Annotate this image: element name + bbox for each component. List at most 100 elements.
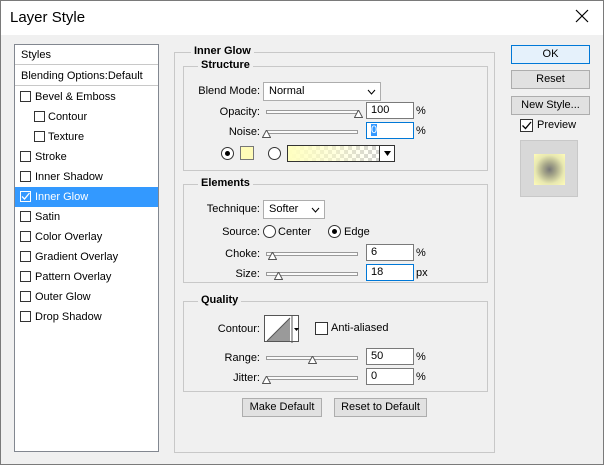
style-item-stroke[interactable]: Stroke — [15, 147, 158, 167]
slider-thumb-icon[interactable] — [262, 130, 271, 138]
preview-checkbox[interactable] — [520, 119, 533, 132]
style-checkbox[interactable] — [20, 271, 31, 282]
jitter-label: Jitter: — [233, 372, 260, 384]
size-unit: px — [416, 267, 428, 279]
style-item-label: Bevel & Emboss — [35, 91, 116, 103]
blending-options-item[interactable]: Blending Options:Default — [15, 66, 158, 86]
style-item-label: Inner Glow — [35, 191, 89, 203]
make-default-label: Make Default — [249, 401, 315, 413]
structure-group: Structure Blend Mode: Normal Opacity: 10… — [183, 59, 488, 171]
blend-mode-value: Normal — [269, 85, 305, 97]
style-item-label: Stroke — [35, 151, 67, 163]
preview-swatch — [534, 154, 565, 185]
source-label: Source: — [222, 226, 260, 238]
opacity-value: 100 — [371, 104, 390, 116]
layer-style-dialog: Layer Style Styles Blending Options:Defa… — [0, 0, 604, 465]
jitter-unit: % — [416, 371, 426, 383]
anti-aliased-checkbox[interactable] — [315, 322, 328, 335]
choke-value: 6 — [371, 246, 378, 258]
slider-thumb-icon[interactable] — [262, 376, 271, 384]
slider-thumb-icon[interactable] — [274, 272, 283, 280]
style-checkbox[interactable] — [20, 91, 31, 102]
opacity-unit: % — [416, 105, 426, 117]
style-item-inner-shadow[interactable]: Inner Shadow — [15, 167, 158, 187]
source-edge-radio[interactable] — [328, 225, 341, 238]
inner-glow-title: Inner Glow — [191, 45, 254, 57]
style-checkbox[interactable] — [20, 211, 31, 222]
choke-slider[interactable] — [266, 252, 358, 256]
slider-thumb-icon[interactable] — [308, 356, 317, 364]
ok-button[interactable]: OK — [511, 45, 590, 64]
checkmark-icon — [21, 192, 30, 200]
choke-input[interactable]: 6 — [366, 244, 414, 261]
style-item-label: Satin — [35, 211, 61, 223]
noise-unit: % — [416, 125, 426, 137]
style-item-label: Gradient Overlay — [35, 251, 119, 263]
style-checkbox[interactable] — [20, 311, 31, 322]
opacity-slider[interactable] — [266, 110, 358, 114]
noise-input[interactable]: 0 — [366, 122, 414, 139]
size-input[interactable]: 18 — [366, 264, 414, 281]
jitter-input[interactable]: 0 — [366, 368, 414, 385]
blend-mode-select[interactable]: Normal — [263, 82, 381, 101]
glow-color-swatch[interactable] — [240, 146, 254, 160]
gradient-radio[interactable] — [268, 147, 281, 160]
range-unit: % — [416, 351, 426, 363]
style-checkbox[interactable] — [20, 191, 31, 202]
style-checkbox[interactable] — [20, 231, 31, 242]
range-input[interactable]: 50 — [366, 348, 414, 365]
slider-thumb-icon[interactable] — [268, 252, 277, 260]
style-checkbox[interactable] — [20, 151, 31, 162]
gradient-dropdown[interactable] — [379, 146, 394, 161]
opacity-input[interactable]: 100 — [366, 102, 414, 119]
make-default-button[interactable]: Make Default — [242, 398, 322, 417]
technique-select[interactable]: Softer — [263, 200, 325, 219]
styles-header[interactable]: Styles — [15, 45, 158, 65]
solid-color-radio[interactable] — [221, 147, 234, 160]
preview-thumbnail — [520, 140, 578, 197]
style-checkbox[interactable] — [20, 251, 31, 262]
style-item-drop-shadow[interactable]: Drop Shadow — [15, 307, 158, 327]
contour-label: Contour: — [217, 323, 260, 335]
close-icon[interactable] — [573, 7, 591, 25]
style-item-gradient-overlay[interactable]: Gradient Overlay — [15, 247, 158, 267]
jitter-slider[interactable] — [266, 376, 358, 380]
new-style-label: New Style... — [521, 99, 580, 111]
style-checkbox[interactable] — [34, 111, 45, 122]
reset-to-default-button[interactable]: Reset to Default — [334, 398, 427, 417]
source-center-radio[interactable] — [263, 225, 276, 238]
style-item-label: Outer Glow — [35, 291, 91, 303]
styles-list: Styles Blending Options:Default Bevel & … — [14, 44, 159, 452]
size-value: 18 — [371, 266, 384, 278]
gradient-picker[interactable] — [287, 145, 395, 162]
dialog-title: Layer Style — [10, 9, 86, 26]
style-item-pattern-overlay[interactable]: Pattern Overlay — [15, 267, 158, 287]
style-checkbox[interactable] — [34, 131, 45, 142]
style-item-inner-glow[interactable]: Inner Glow — [15, 187, 158, 207]
reset-button[interactable]: Reset — [511, 70, 590, 89]
jitter-value: 0 — [371, 370, 378, 382]
noise-slider[interactable] — [266, 130, 358, 134]
style-item-contour[interactable]: Contour — [15, 107, 158, 127]
style-item-outer-glow[interactable]: Outer Glow — [15, 287, 158, 307]
style-item-label: Contour — [48, 111, 88, 123]
style-item-bevel-emboss[interactable]: Bevel & Emboss — [15, 87, 158, 107]
reset-label: Reset — [536, 73, 565, 85]
new-style-button[interactable]: New Style... — [511, 96, 590, 115]
slider-thumb-icon[interactable] — [354, 110, 363, 118]
style-checkbox[interactable] — [20, 291, 31, 302]
style-item-color-overlay[interactable]: Color Overlay — [15, 227, 158, 247]
style-item-satin[interactable]: Satin — [15, 207, 158, 227]
contour-curve-icon — [266, 316, 299, 343]
technique-label: Technique: — [206, 203, 260, 215]
style-item-texture[interactable]: Texture — [15, 127, 158, 147]
styles-header-label: Styles — [21, 49, 51, 61]
preview-label: Preview — [537, 119, 577, 131]
style-item-label: Color Overlay — [35, 231, 103, 243]
contour-picker[interactable] — [264, 315, 299, 343]
source-center-label: Center — [278, 226, 312, 238]
source-edge-label: Edge — [344, 226, 370, 238]
checkmark-icon — [522, 121, 532, 130]
style-checkbox[interactable] — [20, 171, 31, 182]
choke-label: Choke: — [225, 248, 260, 260]
